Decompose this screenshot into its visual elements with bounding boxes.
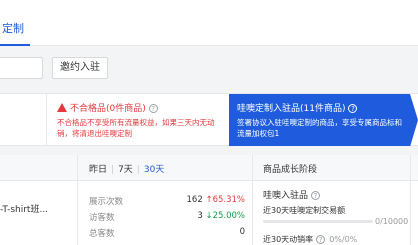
period-30d[interactable]: 30天	[144, 165, 164, 175]
period-switcher: 昨日 | 7天 | 30天	[89, 162, 164, 175]
growth-stage-label: 哇噢入驻品	[263, 191, 309, 201]
card-divider	[46, 94, 47, 147]
metric-total-customers: 总客数 0	[89, 227, 245, 241]
column-divider	[77, 155, 78, 245]
column-divider	[252, 155, 253, 245]
featured-card-arrow	[410, 94, 418, 147]
unqualified-title: 不合格品(0件商品)	[70, 104, 146, 114]
period-separator: |	[136, 165, 140, 175]
period-yesterday[interactable]: 昨日	[89, 165, 107, 175]
metric-label: 展示次数	[89, 197, 124, 207]
sell-rate-row: 近30天动销率? 0%/0%	[263, 234, 357, 245]
help-icon[interactable]: ?	[348, 104, 358, 113]
metric-label: 访客数	[89, 213, 115, 223]
period-separator: |	[111, 165, 115, 175]
help-icon[interactable]: ?	[148, 104, 158, 113]
metric-visitors: 访客数 3 ↓25.00%	[89, 211, 245, 225]
metric-number: 0	[239, 227, 245, 237]
growth-stage-current: 哇噢入驻品?	[263, 188, 321, 201]
metric-value: 3 ↓25.00%	[197, 211, 245, 221]
featured-title-row: 哇噢定制入驻品(11件商品)?	[237, 101, 358, 114]
unqualified-title-row: 不合格品(0件商品)?	[57, 101, 158, 114]
toolbar-button[interactable]	[0, 57, 43, 79]
metric-impressions: 展示次数 162 ↑65.31%	[89, 195, 245, 209]
warning-icon	[57, 103, 67, 112]
unqualified-card[interactable]: 不合格品(0件商品)? 不合格品不享受所有流量权益，如果三天内无动销，将清退出哇…	[57, 94, 222, 147]
toolbar: 邀约入驻	[0, 46, 418, 93]
section-gap	[0, 146, 418, 155]
metric-label: 总客数	[89, 229, 115, 239]
sell-rate-value: 0%/0%	[329, 235, 358, 244]
status-cards: 不合格品(0件商品)? 不合格品不享受所有流量权益，如果三天内无动销，将清退出哇…	[0, 93, 418, 147]
metric-change-down: ↓25.00%	[205, 211, 245, 221]
featured-card[interactable]: 哇噢定制入驻品(11件商品)? 签署协议入驻哇噢定制的商品，享受专属商品标和流量…	[229, 94, 410, 147]
top-tab-bar: 定制	[0, 0, 418, 46]
gmv-progress-bar	[263, 220, 373, 223]
help-icon[interactable]: ?	[316, 235, 326, 244]
column-divider	[410, 155, 411, 245]
gmv-value: 0/10000	[375, 217, 409, 226]
product-name[interactable]: -T-shirt班...	[0, 202, 48, 215]
featured-title: 哇噢定制入驻品(11件商品)	[237, 104, 346, 114]
featured-desc: 签署协议入驻哇噢定制的商品，享受专属商品标和流量加权包1	[237, 118, 402, 138]
metric-number: 3	[197, 211, 203, 221]
gmv-label: 近30天哇噢定制交易额	[263, 206, 346, 215]
metric-value: 162 ↑65.31%	[187, 195, 245, 205]
sell-rate-label: 近30天动销率	[263, 235, 314, 244]
metric-change-up: ↑65.31%	[205, 195, 245, 205]
period-7d[interactable]: 7天	[118, 165, 133, 175]
help-icon[interactable]: ?	[311, 191, 321, 200]
metric-number: 162	[186, 195, 203, 205]
invite-button[interactable]: 邀约入驻	[52, 57, 108, 79]
product-panel: 昨日 | 7天 | 30天 商品成长阶段 -T-shirt班... 展示次数 162 ↑…	[0, 155, 418, 245]
unqualified-desc: 不合格品不享受所有流量权益，如果三天内无动销，将清退出哇噢定制	[57, 118, 215, 138]
growth-stage-title: 商品成长阶段	[263, 165, 318, 175]
tab-customize[interactable]: 定制	[0, 14, 30, 46]
panel-header	[0, 155, 418, 181]
metric-value: 0	[240, 227, 245, 237]
